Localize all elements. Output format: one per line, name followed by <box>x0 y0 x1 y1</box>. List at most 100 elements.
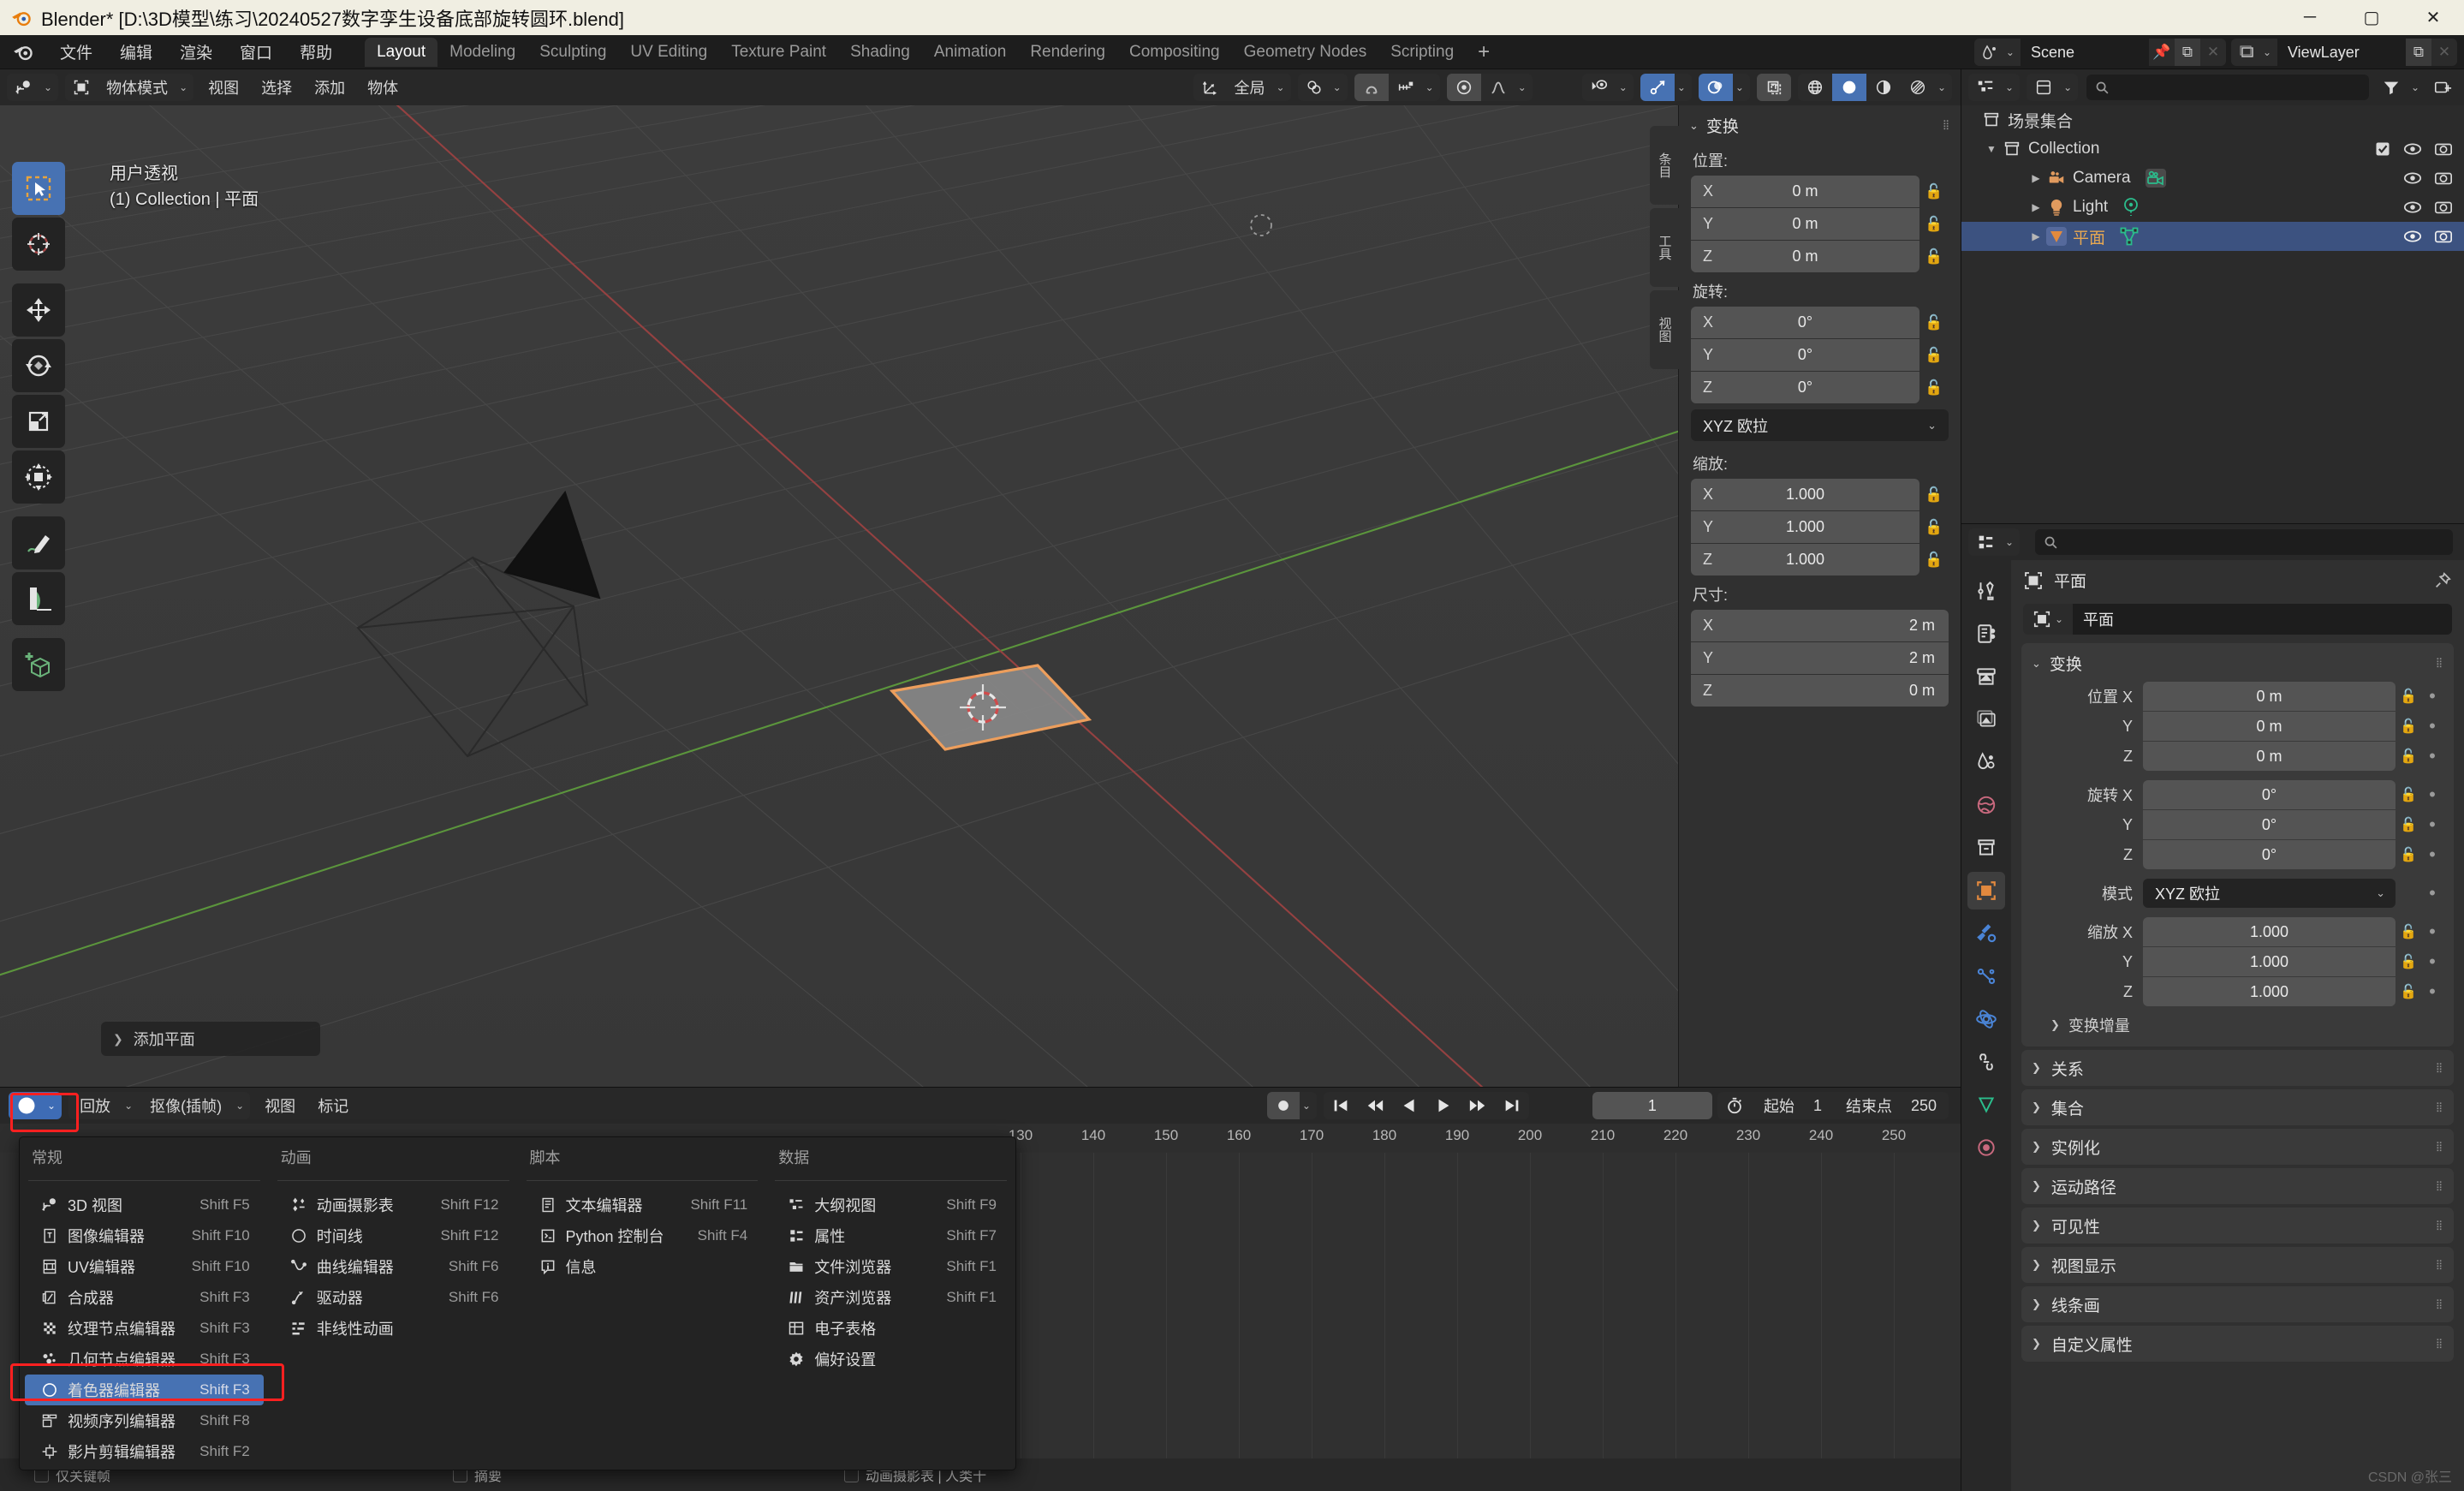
animate-dot-icon[interactable]: • <box>2421 952 2443 971</box>
panel-line-art[interactable]: ❯ 线条画 ⣿ <box>2021 1286 2454 1322</box>
menu-item-dope-sheet[interactable]: 动画摄影表 Shift F12 <box>274 1190 513 1220</box>
tab-sculpting[interactable]: Sculpting <box>527 38 618 67</box>
outliner-row-light[interactable]: ▶ Light <box>1961 193 2464 222</box>
transform-orientation-selector[interactable]: 全局 ⌄ <box>1193 74 1291 101</box>
blender-menu-logo-icon[interactable] <box>12 41 34 63</box>
chevron-down-icon[interactable]: ⌄ <box>45 1100 62 1112</box>
eye-icon[interactable] <box>2403 228 2422 245</box>
shading-mode-group[interactable]: ⌄ <box>1797 74 1952 101</box>
scale-tool[interactable] <box>12 395 65 448</box>
timeline-menu-keying[interactable]: 抠像(插帧) <box>139 1092 233 1119</box>
new-scene-icon[interactable]: ⧉ <box>2174 39 2200 66</box>
tab-modeling[interactable]: Modeling <box>437 38 527 67</box>
npanel-tab-view[interactable]: 视图 <box>1650 290 1679 369</box>
lock-rotation-x-icon[interactable]: 🔓 <box>1919 314 1949 331</box>
lock-scale-x-icon[interactable]: 🔓 <box>1919 486 1949 504</box>
eye-icon[interactable] <box>2403 170 2422 187</box>
filter-icon[interactable] <box>2374 74 2408 101</box>
snap-magnet-icon[interactable] <box>1354 74 1389 101</box>
dimension-x-input[interactable]: X 2 m <box>1691 610 1949 641</box>
chevron-down-icon[interactable]: ⌄ <box>1733 81 1750 93</box>
drag-handle[interactable]: ⣿ <box>2436 659 2443 668</box>
expand-triangle-icon[interactable]: ▶ <box>2027 201 2045 213</box>
viewport-menu-object[interactable]: 物体 <box>356 73 409 102</box>
frame-start-input[interactable]: 起始 1 <box>1752 1092 1834 1119</box>
lock-icon[interactable]: 🔓 <box>2396 718 2421 735</box>
menu-window[interactable]: 窗口 <box>226 37 286 67</box>
3d-viewport-icon[interactable] <box>7 74 41 101</box>
lock-icon[interactable]: 🔓 <box>2396 786 2421 803</box>
tab-geometry-nodes[interactable]: Geometry Nodes <box>1232 38 1379 67</box>
transform-panel-header[interactable]: ⌄ 变换 ⣿ <box>1679 105 1961 142</box>
scene-name[interactable]: Scene <box>2020 39 2149 66</box>
editor-type-selector-outliner[interactable]: ⌄ <box>1968 74 2021 101</box>
rotation-x-input[interactable]: 0° <box>2143 780 2396 809</box>
expand-triangle-icon[interactable]: ▼ <box>1982 143 2001 155</box>
tab-shading[interactable]: Shading <box>838 38 922 67</box>
animate-dot-icon[interactable]: • <box>2421 922 2443 941</box>
lock-icon[interactable]: 🔓 <box>2396 983 2421 1000</box>
show-gizmo-icon[interactable] <box>1640 74 1675 101</box>
lock-icon[interactable]: 🔓 <box>2396 846 2421 863</box>
dimension-z-input[interactable]: Z 0 m <box>1691 675 1949 707</box>
viewport-3d[interactable]: 用户透视 (1) Collection | 平面 ❯ 添加平面 ⌄ 变换 ⣿ 位… <box>0 69 1961 1087</box>
chevron-down-icon[interactable]: ⌄ <box>1330 81 1348 93</box>
lock-scale-z-icon[interactable]: 🔓 <box>1919 552 1949 569</box>
scene-close-icon[interactable]: ✕ <box>2200 39 2226 66</box>
outliner-row-plane[interactable]: ▶ 平面 <box>1961 222 2464 251</box>
show-overlays-icon[interactable] <box>1698 74 1733 101</box>
viewlayer-chevron-down-icon[interactable]: ⌄ <box>2260 46 2277 58</box>
properties-search-input[interactable] <box>2035 529 2453 555</box>
viewport-menu-view[interactable]: 视图 <box>197 73 250 102</box>
menu-item-drivers[interactable]: 驱动器 Shift F6 <box>274 1282 513 1313</box>
lock-icon[interactable]: 🔓 <box>2396 688 2421 705</box>
transform-tool[interactable] <box>12 450 65 504</box>
location-y-input[interactable]: 0 m <box>2143 712 2396 741</box>
chevron-down-icon[interactable]: ⌄ <box>2003 536 2020 548</box>
gizmo-toggle-group[interactable]: ⌄ <box>1640 74 1692 101</box>
animate-dot-icon[interactable]: • <box>2421 815 2443 834</box>
tab-scripting[interactable]: Scripting <box>1378 38 1466 67</box>
proportional-edit-icon[interactable] <box>1446 74 1481 101</box>
menu-item-compositor[interactable]: 合成器 Shift F3 <box>25 1282 264 1313</box>
lock-rotation-z-icon[interactable]: 🔓 <box>1919 379 1949 397</box>
expand-triangle-icon[interactable]: ▶ <box>2027 230 2045 242</box>
lock-location-z-icon[interactable]: 🔓 <box>1919 248 1949 265</box>
editor-type-selector-viewport[interactable]: ⌄ <box>7 74 59 101</box>
location-x-input[interactable]: X 0 m <box>1691 176 1919 207</box>
delta-transform-subpanel[interactable]: ❯ 变换增量 <box>2021 1007 2454 1036</box>
panel-instancing[interactable]: ❯ 实例化 ⣿ <box>2021 1129 2454 1165</box>
drag-handle[interactable]: ⣿ <box>2436 1102 2443 1112</box>
pin-icon[interactable] <box>2433 571 2452 590</box>
chevron-down-icon[interactable]: ⌄ <box>122 1100 139 1112</box>
drag-handle[interactable]: ⣿ <box>2436 1063 2443 1072</box>
outliner-row-collection[interactable]: ▼ Collection <box>1961 134 2464 164</box>
tab-constraint-icon[interactable] <box>1967 1043 2005 1081</box>
light-data-icon[interactable] <box>2122 197 2140 218</box>
camera-data-icon[interactable] <box>2145 168 2167 188</box>
chevron-down-icon[interactable]: ⌄ <box>1675 81 1692 93</box>
animate-dot-icon[interactable]: • <box>2421 982 2443 1001</box>
menu-item-uv-editor[interactable]: UV编辑器 Shift F10 <box>25 1251 264 1282</box>
rotation-mode-dropdown[interactable]: XYZ 欧拉 ⌄ <box>2143 879 2396 908</box>
location-z-input[interactable]: 0 m <box>2143 742 2396 771</box>
menu-edit[interactable]: 编辑 <box>106 37 166 67</box>
lock-location-y-icon[interactable]: 🔓 <box>1919 216 1949 233</box>
object-name-input[interactable]: 平面 <box>2073 604 2452 635</box>
pin-icon[interactable]: 📌 <box>2149 39 2175 66</box>
chevron-down-icon[interactable]: ⌄ <box>2061 81 2078 93</box>
scale-x-input[interactable]: X 1.000 <box>1691 479 1919 510</box>
drag-handle[interactable]: ⣿ <box>2436 1339 2443 1348</box>
menu-item-text-editor[interactable]: 文本编辑器 Shift F11 <box>523 1190 762 1220</box>
location-x-input[interactable]: 0 m <box>2143 682 2396 711</box>
pivot-point-selector[interactable]: ⌄ <box>1297 74 1348 101</box>
menu-item-movie-clip-editor[interactable]: 影片剪辑编辑器 Shift F2 <box>25 1436 264 1467</box>
tab-tool-icon[interactable] <box>1967 572 2005 610</box>
animate-dot-icon[interactable]: • <box>2421 747 2443 766</box>
checkbox-icon[interactable] <box>2374 140 2391 158</box>
menu-item-3d-view[interactable]: 3D 视图 Shift F5 <box>25 1190 264 1220</box>
chevron-down-icon[interactable]: ⌄ <box>233 1100 250 1112</box>
tab-render-icon[interactable] <box>1967 615 2005 653</box>
menu-item-geometry-node-editor[interactable]: 几何节点编辑器 Shift F3 <box>25 1344 264 1375</box>
drag-handle[interactable]: ⣿ <box>2436 1260 2443 1269</box>
